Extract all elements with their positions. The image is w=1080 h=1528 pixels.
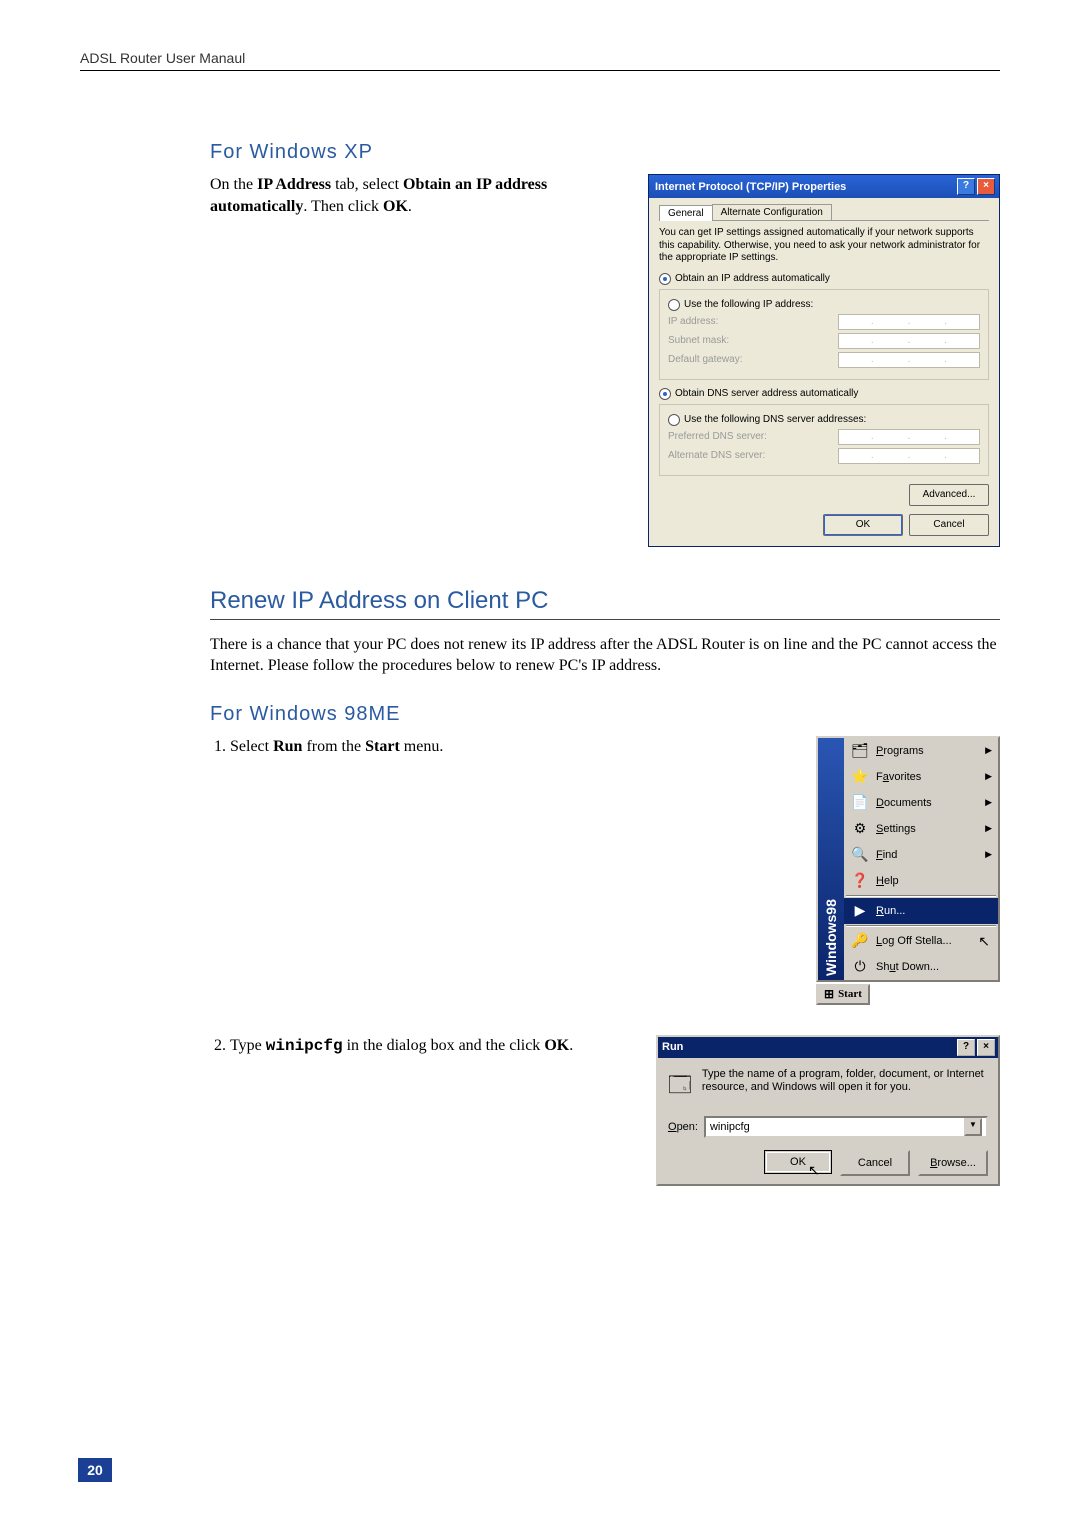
win98-start-menu: Windows98 🗂 Programs ▶ ⭐ Favorites [816,736,1000,982]
radio-icon [659,273,671,285]
open-input[interactable]: winipcfg ▼ [704,1116,988,1138]
cancel-button[interactable]: Cancel [909,514,989,536]
start-button[interactable]: ⊞ Start [816,984,870,1005]
start-menu-item-logoff[interactable]: 🔑 Log Off Stella... [844,928,998,954]
label-alternate-dns: Alternate DNS server: [668,450,765,461]
close-button[interactable]: × [977,1039,995,1056]
radio-icon [668,414,680,426]
dialog-title-text: Internet Protocol (TCP/IP) Properties [655,181,846,193]
help-button[interactable]: ? [957,178,975,195]
find-icon: 🔍 [850,845,870,865]
submenu-arrow-icon: ▶ [985,823,992,834]
running-header: ADSL Router User Manaul [80,50,1000,71]
start-menu-item-favorites[interactable]: ⭐ Favorites ▶ [844,764,998,790]
dialog-titlebar[interactable]: Run ? × [658,1037,998,1058]
radio-use-following-dns[interactable]: Use the following DNS server addresses: [668,414,980,426]
start-menu-item-programs[interactable]: 🗂 Programs ▶ [844,738,998,764]
mouse-cursor-icon: ↖ [808,1163,820,1180]
page-number: 20 [78,1458,112,1482]
run-dialog: Run ? × 🗔 Type the name of a program, fo… [656,1035,1000,1186]
input-alternate-dns[interactable]: ... [838,448,980,464]
ok-button[interactable]: OK [764,1150,832,1174]
run-icon: ▶ [850,901,870,921]
heading-renew-ip: Renew IP Address on Client PC [210,587,1000,620]
input-default-gateway[interactable]: ... [838,352,980,368]
help-icon: ❓ [850,871,870,891]
start-menu-item-documents[interactable]: 📄 Documents ▶ [844,790,998,816]
input-subnet-mask[interactable]: ... [838,333,980,349]
start-menu-item-find[interactable]: 🔍 Find ▶ [844,842,998,868]
winxp-instruction-paragraph: On the IP Address tab, select Obtain an … [210,174,624,217]
dialog-title-text: Run [662,1041,683,1053]
browse-button[interactable]: Browse... [918,1150,988,1176]
advanced-button[interactable]: Advanced... [909,484,989,506]
run-dialog-icon: 🗔 [668,1068,692,1106]
settings-icon: ⚙ [850,819,870,839]
submenu-arrow-icon: ▶ [985,849,992,860]
close-button[interactable]: × [977,178,995,195]
radio-obtain-dns-auto[interactable]: Obtain DNS server address automatically [659,388,989,400]
radio-use-following-ip[interactable]: Use the following IP address: [668,299,980,311]
ok-button[interactable]: OK [823,514,903,536]
input-ip-address[interactable]: ... [838,314,980,330]
input-preferred-dns[interactable]: ... [838,429,980,445]
programs-icon: 🗂 [850,741,870,761]
dropdown-button[interactable]: ▼ [964,1118,982,1136]
label-ip-address: IP address: [668,316,718,327]
tab-general[interactable]: General [659,205,713,221]
start-menu-item-run[interactable]: ▶ Run... [844,898,998,924]
radio-icon [668,299,680,311]
start-menu-item-shutdown[interactable]: ⏻ Shut Down... [844,954,998,980]
label-preferred-dns: Preferred DNS server: [668,431,767,442]
start-menu-side-banner: Windows98 [818,738,844,980]
label-default-gateway: Default gateway: [668,354,743,365]
dialog-info-text: You can get IP settings assigned automat… [659,227,989,265]
tcpip-properties-dialog: Internet Protocol (TCP/IP) Properties ? … [648,174,1000,547]
start-menu-item-settings[interactable]: ⚙ Settings ▶ [844,816,998,842]
mouse-cursor-icon: ↖ [978,934,990,951]
dialog-titlebar[interactable]: Internet Protocol (TCP/IP) Properties ? … [649,175,999,198]
open-label: Open: [668,1121,698,1133]
documents-icon: 📄 [850,793,870,813]
step-1: Select Run from the Start menu. [230,736,792,758]
step-2: Type winipcfg in the dialog box and the … [230,1035,632,1058]
start-menu-item-help[interactable]: ❓ Help [844,868,998,894]
menu-separator [846,925,996,927]
tabstrip: General Alternate Configuration [659,204,989,221]
logoff-icon: 🔑 [850,931,870,951]
radio-icon [659,388,671,400]
favorites-icon: ⭐ [850,767,870,787]
renew-ip-paragraph: There is a chance that your PC does not … [210,634,1000,677]
menu-separator [846,895,996,897]
shutdown-icon: ⏻ [850,957,870,977]
windows-logo-icon: ⊞ [824,987,834,1002]
submenu-arrow-icon: ▶ [985,745,992,756]
tab-alternate-configuration[interactable]: Alternate Configuration [712,204,832,220]
run-dialog-description: Type the name of a program, folder, docu… [702,1068,988,1096]
submenu-arrow-icon: ▶ [985,797,992,808]
label-subnet-mask: Subnet mask: [668,335,729,346]
heading-windows-98me: For Windows 98ME [210,703,1000,726]
radio-obtain-ip-auto[interactable]: Obtain an IP address automatically [659,273,989,285]
help-button[interactable]: ? [957,1039,975,1056]
submenu-arrow-icon: ▶ [985,771,992,782]
cancel-button[interactable]: Cancel [840,1150,910,1176]
heading-windows-xp: For Windows XP [210,141,1000,164]
